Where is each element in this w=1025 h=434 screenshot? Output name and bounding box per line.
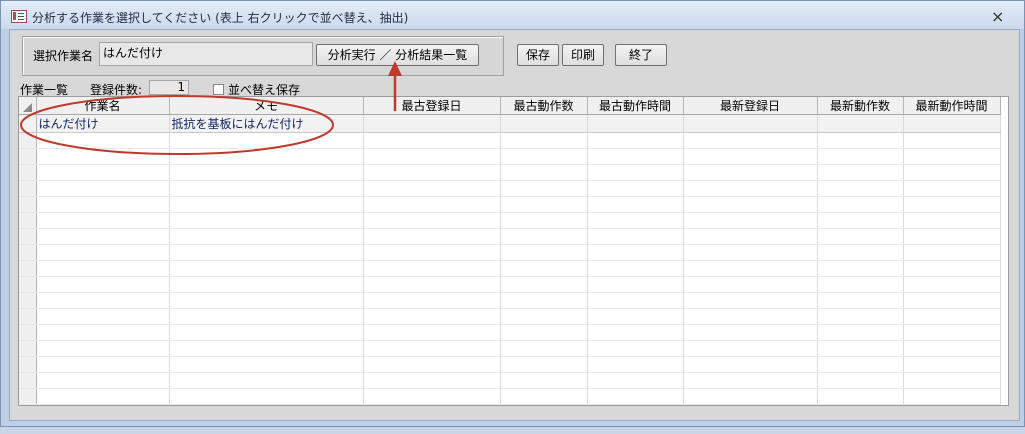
- empty-row: [19, 228, 1001, 245]
- window-title: 分析する作業を選択してください (表上 右クリックで並べ替え、抽出): [32, 11, 409, 25]
- column-header-oldest-count[interactable]: 最古動作数: [500, 97, 588, 115]
- column-header-memo[interactable]: メモ: [169, 97, 364, 115]
- empty-row: [19, 404, 1001, 405]
- form-footer: [10, 424, 1019, 434]
- empty-row: [19, 292, 1001, 309]
- selection-group: 選択作業名 はんだ付け 分析実行 ／ 分析結果一覧: [22, 36, 504, 76]
- selected-task-label: 選択作業名: [33, 49, 94, 63]
- column-header-task-name[interactable]: 作業名: [36, 97, 170, 115]
- column-header-newest-date[interactable]: 最新登録日: [683, 97, 818, 115]
- sort-save-checkbox[interactable]: [213, 84, 224, 95]
- empty-row: [19, 372, 1001, 389]
- column-header-newest-count[interactable]: 最新動作数: [817, 97, 904, 115]
- form-icon: [11, 10, 27, 23]
- empty-row: [19, 244, 1001, 261]
- analyze-button[interactable]: 分析実行 ／ 分析結果一覧: [316, 44, 479, 66]
- empty-row: [19, 324, 1001, 341]
- cell-oldest-count[interactable]: [500, 114, 588, 133]
- form-body: 選択作業名 はんだ付け 分析実行 ／ 分析結果一覧 保存 印刷 終了 作業一覧 …: [9, 29, 1020, 421]
- empty-row: [19, 196, 1001, 213]
- task-table: 作業名 メモ 最古登録日 最古動作数 最古動作時間 最新登録日 最新動作数 最新…: [19, 97, 1001, 405]
- save-button[interactable]: 保存: [517, 44, 559, 66]
- select-all-corner[interactable]: [19, 97, 37, 115]
- empty-row: [19, 340, 1001, 357]
- cell-newest-count[interactable]: [817, 114, 904, 133]
- empty-row: [19, 148, 1001, 165]
- task-grid: 作業名 メモ 最古登録日 最古動作数 最古動作時間 最新登録日 最新動作数 最新…: [18, 96, 1009, 406]
- exit-button[interactable]: 終了: [615, 44, 667, 66]
- selected-task-field[interactable]: はんだ付け: [99, 42, 313, 66]
- table-row[interactable]: はんだ付け 抵抗を基板にはんだ付け: [19, 114, 1001, 133]
- print-button[interactable]: 印刷: [562, 44, 604, 66]
- column-header-oldest-date[interactable]: 最古登録日: [363, 97, 501, 115]
- empty-row: [19, 276, 1001, 293]
- empty-row: [19, 260, 1001, 277]
- empty-row: [19, 388, 1001, 405]
- title-bar: 分析する作業を選択してください (表上 右クリックで並べ替え、抽出) ×: [1, 1, 1024, 29]
- column-header-oldest-time[interactable]: 最古動作時間: [587, 97, 684, 115]
- count-field: 1: [149, 80, 189, 95]
- main-window: 分析する作業を選択してください (表上 右クリックで並べ替え、抽出) × 選択作…: [0, 0, 1025, 427]
- cell-task-name[interactable]: はんだ付け: [36, 114, 170, 133]
- cell-memo[interactable]: 抵抗を基板にはんだ付け: [169, 114, 364, 133]
- row-selector[interactable]: [19, 114, 37, 133]
- cell-oldest-date[interactable]: [363, 114, 501, 133]
- cell-newest-time[interactable]: [903, 114, 1001, 133]
- grid-header-row: 作業名 メモ 最古登録日 最古動作数 最古動作時間 最新登録日 最新動作数 最新…: [19, 97, 1001, 115]
- empty-row: [19, 164, 1001, 181]
- empty-row: [19, 132, 1001, 149]
- empty-row: [19, 308, 1001, 325]
- empty-row: [19, 212, 1001, 229]
- close-icon[interactable]: ×: [991, 7, 1004, 26]
- cell-newest-date[interactable]: [683, 114, 818, 133]
- empty-row: [19, 356, 1001, 373]
- cell-oldest-time[interactable]: [587, 114, 684, 133]
- select-all-icon: [23, 102, 32, 112]
- column-header-newest-time[interactable]: 最新動作時間: [903, 97, 1001, 115]
- empty-row: [19, 180, 1001, 197]
